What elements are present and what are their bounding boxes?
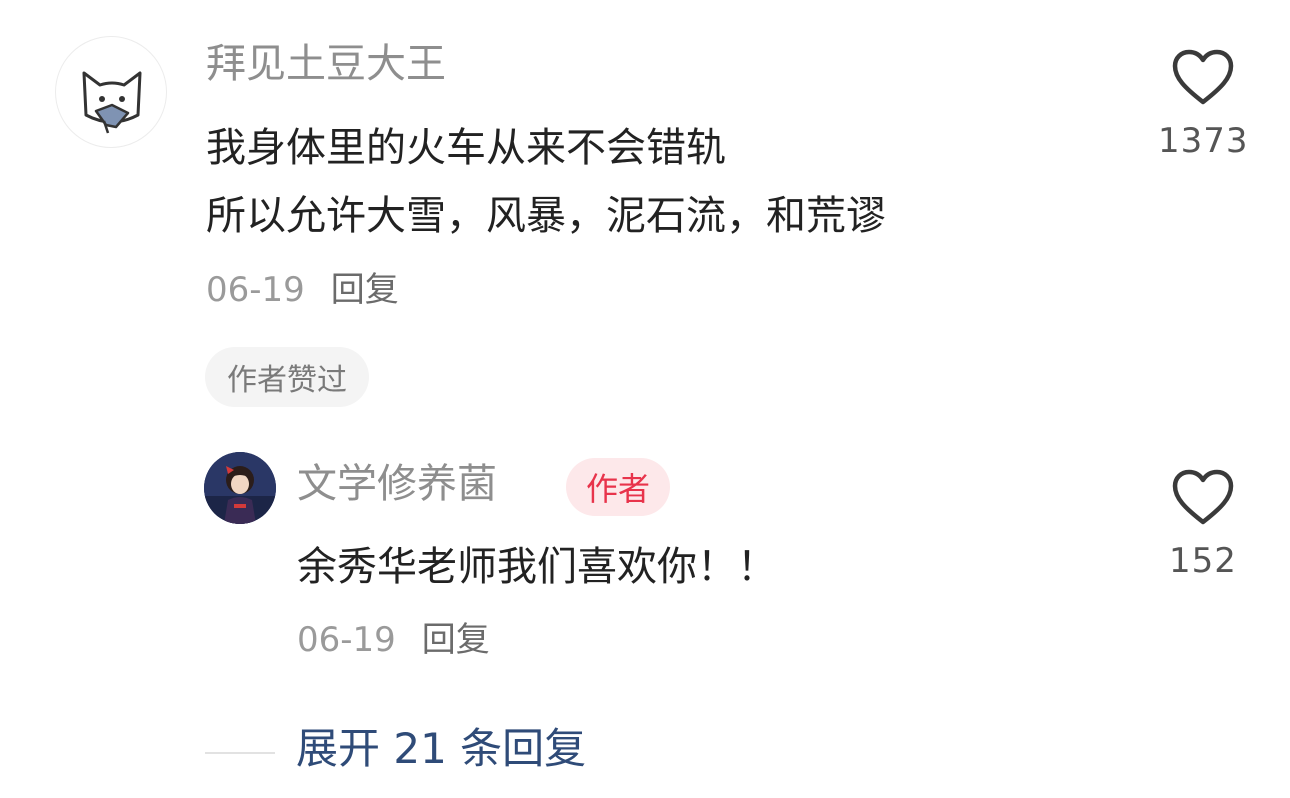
comment-like: 1373 (1158, 48, 1248, 158)
replier-username[interactable]: 文学修养菌 (297, 464, 497, 504)
comment-meta: 06-19 回复 (206, 273, 399, 307)
author-liked-badge: 作者赞过 (205, 347, 369, 407)
comment-date: 06-19 (206, 270, 305, 310)
heart-outline-icon[interactable] (1171, 468, 1235, 526)
reply-like: 152 (1158, 468, 1248, 578)
reply-meta: 06-19 回复 (297, 623, 490, 657)
replier-avatar[interactable] (204, 452, 276, 524)
expand-divider (205, 752, 275, 754)
expand-replies-button[interactable]: 展开 21 条回复 (296, 728, 586, 770)
comment-reply-button[interactable]: 回复 (331, 270, 399, 310)
reply-like-count: 152 (1169, 541, 1237, 581)
cat-avatar-icon (82, 71, 142, 134)
commenter-username[interactable]: 拜见土豆大王 (206, 44, 446, 84)
commenter-avatar[interactable] (55, 36, 167, 148)
reply-text: 余秀华老师我们喜欢你！！ (297, 544, 777, 590)
reply-reply-button[interactable]: 回复 (422, 620, 490, 660)
author-tag: 作者 (566, 458, 671, 516)
heart-outline-icon[interactable] (1171, 48, 1235, 106)
anime-girl-avatar-icon (204, 452, 276, 524)
comment-text-line1: 我身体里的火车从来不会错轨 (206, 125, 726, 171)
reply-date: 06-19 (297, 620, 396, 660)
comment-text-line2: 所以允许大雪，风暴，泥石流，和荒谬 (206, 193, 886, 239)
comment-like-count: 1373 (1158, 121, 1249, 161)
